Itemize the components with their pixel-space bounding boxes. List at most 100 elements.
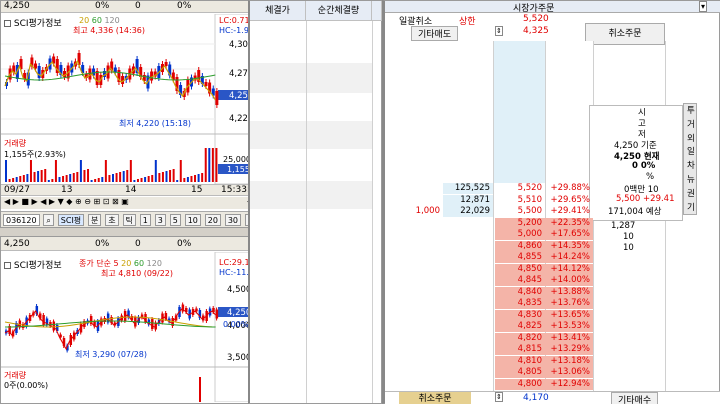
- side-tab[interactable]: 기: [687, 201, 695, 213]
- pct-cell: +22.35%: [545, 217, 593, 229]
- side-tab[interactable]: 권: [687, 187, 695, 199]
- price-cell[interactable]: 4,815: [495, 344, 545, 355]
- search-icon[interactable]: ⌕: [43, 214, 54, 226]
- orderbook-row[interactable]: 4,820 +13.41%: [385, 332, 685, 344]
- period-minute[interactable]: 분: [88, 214, 102, 226]
- orderbook-row[interactable]: 4,805 +13.06%: [385, 367, 685, 378]
- stock-code-input[interactable]: 036120: [3, 214, 40, 226]
- interval-3[interactable]: 3: [154, 214, 166, 226]
- price-cell[interactable]: 4,855: [495, 252, 545, 263]
- price-cell[interactable]: 4,835: [495, 298, 545, 309]
- price-cell[interactable]: 5,200: [495, 217, 545, 229]
- market-order-title[interactable]: 시장가주문: [513, 1, 554, 14]
- price-cell[interactable]: 4,825: [495, 321, 545, 332]
- dropdown-icon[interactable]: ▾: [699, 1, 708, 12]
- cancel-order-top-button[interactable]: 취소주문: [585, 23, 665, 45]
- volume-bar: [19, 176, 22, 182]
- change-value: 0: [135, 1, 141, 11]
- stepper-icon[interactable]: ⇕: [495, 26, 503, 36]
- stock-label[interactable]: SCI평가정보: [4, 16, 62, 29]
- stock-name-button[interactable]: SCI평: [57, 214, 85, 226]
- price-cell[interactable]: 5,520: [495, 183, 545, 194]
- orderbook-row[interactable]: 4,810 +13.18%: [385, 355, 685, 367]
- my-order-qty: [385, 252, 443, 263]
- fills-row-band: [250, 63, 372, 93]
- orderbook-row[interactable]: 4,840 +13.88%: [385, 286, 685, 298]
- orderbook-row[interactable]: 5,200 +22.35%: [385, 217, 685, 229]
- price-cell[interactable]: 5,500: [495, 206, 545, 217]
- volume-bar: [72, 173, 75, 182]
- orderbook-row[interactable]: 4,830 +13.65%: [385, 309, 685, 321]
- interval-20[interactable]: 20: [204, 214, 221, 226]
- orderbook-row[interactable]: 12,871 5,510 +29.65%: [385, 194, 685, 206]
- ask-volume: [443, 310, 493, 321]
- daily-stock-label[interactable]: SCI평가정보: [4, 258, 62, 271]
- bottom-stepper-icon[interactable]: ⇕: [495, 392, 503, 402]
- orderbook-row[interactable]: 1,000 22,029 5,500 +29.41%: [385, 206, 685, 217]
- price-cell[interactable]: 4,840: [495, 286, 545, 298]
- orderbook-row[interactable]: 4,815 +13.29%: [385, 344, 685, 355]
- my-order-qty: [385, 344, 443, 355]
- my-order-qty: [385, 183, 443, 194]
- sell-cancel-qty: 4,325: [523, 26, 549, 36]
- daily-change-pct-2: 0%: [177, 239, 192, 249]
- price-cell[interactable]: 5,510: [495, 194, 545, 206]
- side-tab[interactable]: 외: [687, 132, 695, 144]
- volume-bar: [197, 174, 200, 182]
- orderbook-row[interactable]: 125,525 5,520 +29.88%: [385, 183, 685, 194]
- orderbook-row[interactable]: 4,800 +12.94%: [385, 378, 685, 390]
- volume-bar: [65, 175, 68, 182]
- price-cell[interactable]: 4,845: [495, 275, 545, 286]
- ask-volume-column: [493, 41, 545, 183]
- daily-candle-body: [151, 319, 154, 329]
- volume-bar: [190, 176, 193, 182]
- interval-10[interactable]: 10: [184, 214, 201, 226]
- other-sell-button[interactable]: 기타매도: [411, 26, 459, 41]
- orderbook-row[interactable]: 4,825 +13.53%: [385, 321, 685, 332]
- price-cell[interactable]: 4,830: [495, 309, 545, 321]
- volume-bar: [112, 174, 114, 182]
- daily-candle-body: [215, 309, 219, 319]
- side-tab[interactable]: 일: [687, 145, 695, 157]
- volume-bar: [54, 160, 57, 182]
- side-tab-strip: 투거외일차뉴권기: [683, 103, 697, 215]
- volume-bar: [40, 170, 43, 182]
- side-tab[interactable]: 뉴: [687, 173, 695, 185]
- orderbook-row[interactable]: 4,850 +14.12%: [385, 263, 685, 275]
- price-cell[interactable]: 4,820: [495, 332, 545, 344]
- orderbook-row[interactable]: 4,855 +14.24%: [385, 252, 685, 263]
- nav-buttons[interactable]: ◀ ▶ ■ ▶ ◀ ▶ ▼ ◆ ⊕ ⊖ ⊞ ⊡ ⊠ ▣: [4, 197, 129, 206]
- orderbook-row[interactable]: 4,845 +14.00%: [385, 275, 685, 286]
- daily-pct-tick: 0.00%: [223, 320, 249, 329]
- price-cell[interactable]: 4,850: [495, 263, 545, 275]
- interval-30[interactable]: 30: [224, 214, 242, 226]
- ask-volume: [443, 356, 493, 367]
- pct-cell: +14.00%: [545, 275, 593, 286]
- daily-change-value: 0: [135, 239, 141, 249]
- price-cell[interactable]: 5,000: [495, 229, 545, 240]
- other-buy-button[interactable]: 기타매수: [611, 392, 659, 404]
- side-tab[interactable]: 거: [687, 118, 695, 130]
- period-tick[interactable]: 틱: [122, 214, 136, 226]
- daily-high-annotation: 최고 4,810 (09/22): [101, 269, 174, 278]
- period-second[interactable]: 초: [105, 214, 119, 226]
- orderbook-row[interactable]: 4,835 +13.76%: [385, 298, 685, 309]
- volume-bar: [87, 169, 90, 182]
- side-tab[interactable]: 차: [687, 159, 695, 171]
- price-cell[interactable]: 4,805: [495, 367, 545, 378]
- interval-5[interactable]: 5: [169, 214, 181, 226]
- orderbook-row[interactable]: 5,000 +17.65%: [385, 229, 685, 240]
- cancel-order-bottom-button[interactable]: 취소주문: [399, 392, 471, 404]
- interval-1[interactable]: 1: [139, 214, 151, 226]
- price-cell[interactable]: 4,860: [495, 240, 545, 252]
- orderbook-row[interactable]: 4,860 +14.35%: [385, 240, 685, 252]
- volume-bar: [176, 180, 179, 182]
- volume-bar: [101, 177, 104, 182]
- price-cell[interactable]: 4,800: [495, 378, 545, 390]
- volume-bar: [172, 169, 175, 182]
- volume-bar: [144, 177, 147, 182]
- ma-legend: 20 60 120: [79, 16, 120, 25]
- side-tab[interactable]: 투: [687, 104, 695, 116]
- price-cell[interactable]: 4,810: [495, 355, 545, 367]
- ask-volume: 22,029: [443, 206, 493, 217]
